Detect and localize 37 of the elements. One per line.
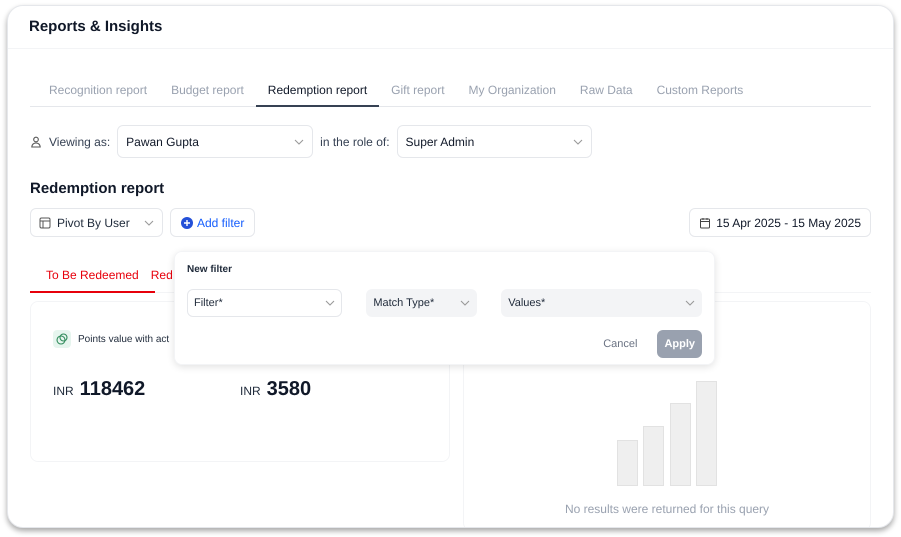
role-label: in the role of:: [320, 134, 390, 150]
currency-label: INR: [53, 383, 74, 400]
add-filter-button[interactable]: Add filter: [170, 208, 256, 237]
page-title: Reports & Insights: [29, 16, 162, 37]
chevron-down-icon: [294, 138, 304, 144]
cancel-button[interactable]: Cancel: [603, 336, 638, 352]
report-tab[interactable]: My Organization: [456, 74, 568, 107]
empty-chart-icon: [616, 381, 718, 486]
filter-dropdown[interactable]: Filter*: [187, 289, 342, 317]
chevron-down-icon: [685, 300, 695, 306]
metric-label: Points value with act: [78, 332, 170, 346]
amount-value: 118462: [80, 377, 146, 402]
currency-label: INR: [240, 383, 261, 400]
chevron-down-icon: [325, 300, 336, 306]
report-tab[interactable]: Raw Data: [568, 74, 645, 107]
popover-title: New filter: [187, 263, 234, 277]
section-title: Redemption report: [30, 179, 166, 198]
chevron-down-icon: [572, 138, 583, 144]
amount-value: 3580: [266, 377, 312, 402]
empty-state-message: No results were returned for this query: [564, 501, 770, 518]
viewing-as-label: Viewing as:: [49, 134, 110, 150]
chevron-down-icon: [460, 300, 470, 306]
report-tab[interactable]: Gift report: [379, 74, 457, 107]
date-range-picker[interactable]: 15 Apr 2025 - 15 May 2025: [689, 208, 871, 237]
user-icon: [30, 136, 42, 148]
report-tab[interactable]: Redemption report: [256, 74, 380, 107]
report-tab[interactable]: Budget report: [159, 74, 256, 107]
chevron-down-icon: [144, 220, 154, 226]
table-icon: [39, 216, 51, 228]
calendar-icon: [699, 216, 712, 228]
user-dropdown[interactable]: Pawan Gupta: [117, 125, 314, 158]
plus-circle-icon: [181, 216, 193, 228]
role-dropdown[interactable]: Super Admin: [396, 125, 592, 158]
report-tab[interactable]: Custom Reports: [644, 74, 756, 107]
pivot-dropdown[interactable]: Pivot By User: [30, 208, 163, 237]
report-tab[interactable]: Recognition report: [30, 74, 160, 107]
coins-icon: [53, 330, 71, 348]
